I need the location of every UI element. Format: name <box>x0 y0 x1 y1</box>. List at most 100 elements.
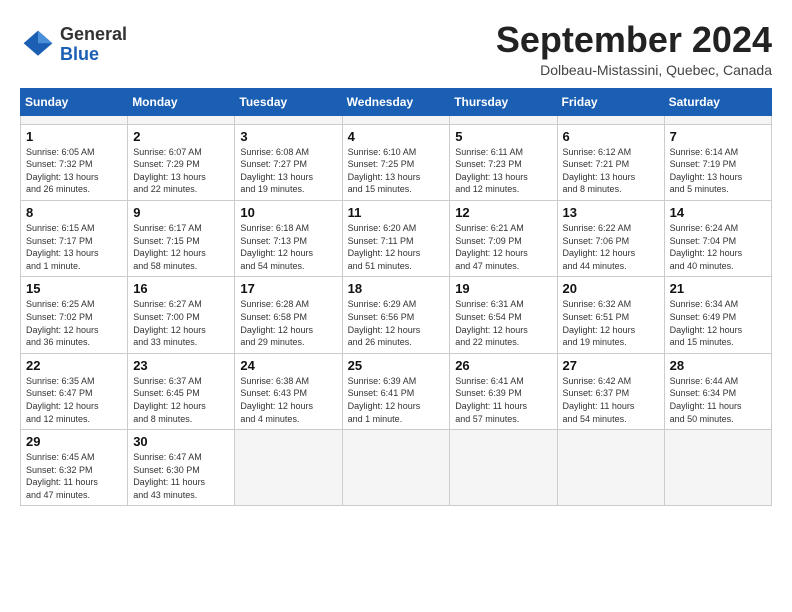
day-info: Sunrise: 6:34 AM Sunset: 6:49 PM Dayligh… <box>670 298 766 348</box>
logo-icon <box>20 27 56 63</box>
calendar-cell <box>450 115 557 124</box>
day-number: 27 <box>563 358 659 373</box>
day-info: Sunrise: 6:38 AM Sunset: 6:43 PM Dayligh… <box>240 375 336 425</box>
location: Dolbeau-Mistassini, Quebec, Canada <box>496 62 772 78</box>
calendar-cell: 13Sunrise: 6:22 AM Sunset: 7:06 PM Dayli… <box>557 200 664 276</box>
day-number: 4 <box>348 129 445 144</box>
day-number: 19 <box>455 281 551 296</box>
day-info: Sunrise: 6:24 AM Sunset: 7:04 PM Dayligh… <box>670 222 766 272</box>
day-number: 18 <box>348 281 445 296</box>
day-info: Sunrise: 6:41 AM Sunset: 6:39 PM Dayligh… <box>455 375 551 425</box>
day-info: Sunrise: 6:21 AM Sunset: 7:09 PM Dayligh… <box>455 222 551 272</box>
day-number: 22 <box>26 358 122 373</box>
month-title: September 2024 <box>496 20 772 60</box>
day-number: 21 <box>670 281 766 296</box>
calendar-cell: 17Sunrise: 6:28 AM Sunset: 6:58 PM Dayli… <box>235 277 342 353</box>
column-header-friday: Friday <box>557 88 664 115</box>
calendar-cell <box>450 430 557 506</box>
day-info: Sunrise: 6:29 AM Sunset: 6:56 PM Dayligh… <box>348 298 445 348</box>
calendar-cell <box>557 115 664 124</box>
day-info: Sunrise: 6:15 AM Sunset: 7:17 PM Dayligh… <box>26 222 122 272</box>
day-info: Sunrise: 6:32 AM Sunset: 6:51 PM Dayligh… <box>563 298 659 348</box>
day-number: 29 <box>26 434 122 449</box>
day-number: 25 <box>348 358 445 373</box>
day-number: 9 <box>133 205 229 220</box>
day-number: 2 <box>133 129 229 144</box>
calendar-cell: 21 Sunrise: 6:34 AM Sunset: 6:49 PM Dayli… <box>664 277 771 353</box>
calendar-cell <box>235 430 342 506</box>
title-block: September 2024 Dolbeau-Mistassini, Quebe… <box>496 20 772 78</box>
day-info: Sunrise: 6:47 AM Sunset: 6:30 PM Dayligh… <box>133 451 229 501</box>
calendar-cell: 1Sunrise: 6:05 AM Sunset: 7:32 PM Daylig… <box>21 124 128 200</box>
day-number: 8 <box>26 205 122 220</box>
day-info: Sunrise: 6:28 AM Sunset: 6:58 PM Dayligh… <box>240 298 336 348</box>
day-info: Sunrise: 6:17 AM Sunset: 7:15 PM Dayligh… <box>133 222 229 272</box>
logo-blue: Blue <box>60 45 127 65</box>
calendar-cell: 30 Sunrise: 6:47 AM Sunset: 6:30 PM Dayli… <box>128 430 235 506</box>
calendar-cell <box>664 430 771 506</box>
day-info: Sunrise: 6:07 AM Sunset: 7:29 PM Dayligh… <box>133 146 229 196</box>
day-info: Sunrise: 6:20 AM Sunset: 7:11 PM Dayligh… <box>348 222 445 272</box>
day-number: 15 <box>26 281 122 296</box>
day-number: 24 <box>240 358 336 373</box>
page-header: General Blue September 2024 Dolbeau-Mist… <box>20 20 772 78</box>
day-info: Sunrise: 6:10 AM Sunset: 7:25 PM Dayligh… <box>348 146 445 196</box>
day-info: Sunrise: 6:18 AM Sunset: 7:13 PM Dayligh… <box>240 222 336 272</box>
day-number: 5 <box>455 129 551 144</box>
calendar-cell: 25 Sunrise: 6:39 AM Sunset: 6:41 PM Dayli… <box>342 353 450 429</box>
calendar-cell: 11 Sunrise: 6:20 AM Sunset: 7:11 PM Dayli… <box>342 200 450 276</box>
calendar-cell: 26 Sunrise: 6:41 AM Sunset: 6:39 PM Dayli… <box>450 353 557 429</box>
calendar-header-row: SundayMondayTuesdayWednesdayThursdayFrid… <box>21 88 772 115</box>
calendar-week-row: 1Sunrise: 6:05 AM Sunset: 7:32 PM Daylig… <box>21 124 772 200</box>
calendar-cell <box>342 115 450 124</box>
calendar-cell: 5 Sunrise: 6:11 AM Sunset: 7:23 PM Daylig… <box>450 124 557 200</box>
day-info: Sunrise: 6:31 AM Sunset: 6:54 PM Dayligh… <box>455 298 551 348</box>
calendar-week-row: 22Sunrise: 6:35 AM Sunset: 6:47 PM Dayli… <box>21 353 772 429</box>
calendar-cell: 14 Sunrise: 6:24 AM Sunset: 7:04 PM Dayli… <box>664 200 771 276</box>
day-number: 11 <box>348 205 445 220</box>
calendar-cell: 3Sunrise: 6:08 AM Sunset: 7:27 PM Daylig… <box>235 124 342 200</box>
day-number: 30 <box>133 434 229 449</box>
day-number: 12 <box>455 205 551 220</box>
logo: General Blue <box>20 25 127 65</box>
day-number: 7 <box>670 129 766 144</box>
calendar-cell: 18 Sunrise: 6:29 AM Sunset: 6:56 PM Dayli… <box>342 277 450 353</box>
column-header-monday: Monday <box>128 88 235 115</box>
calendar-cell: 24 Sunrise: 6:38 AM Sunset: 6:43 PM Dayli… <box>235 353 342 429</box>
day-number: 1 <box>26 129 122 144</box>
calendar-cell: 22Sunrise: 6:35 AM Sunset: 6:47 PM Dayli… <box>21 353 128 429</box>
calendar-cell: 2 Sunrise: 6:07 AM Sunset: 7:29 PM Daylig… <box>128 124 235 200</box>
calendar-cell: 6 Sunrise: 6:12 AM Sunset: 7:21 PM Daylig… <box>557 124 664 200</box>
day-info: Sunrise: 6:44 AM Sunset: 6:34 PM Dayligh… <box>670 375 766 425</box>
logo-text: General Blue <box>60 25 127 65</box>
calendar-week-row: 29 Sunrise: 6:45 AM Sunset: 6:32 PM Dayli… <box>21 430 772 506</box>
day-info: Sunrise: 6:45 AM Sunset: 6:32 PM Dayligh… <box>26 451 122 501</box>
day-number: 10 <box>240 205 336 220</box>
day-info: Sunrise: 6:42 AM Sunset: 6:37 PM Dayligh… <box>563 375 659 425</box>
day-info: Sunrise: 6:22 AM Sunset: 7:06 PM Dayligh… <box>563 222 659 272</box>
calendar-cell <box>21 115 128 124</box>
day-info: Sunrise: 6:11 AM Sunset: 7:23 PM Dayligh… <box>455 146 551 196</box>
calendar-cell: 27 Sunrise: 6:42 AM Sunset: 6:37 PM Dayli… <box>557 353 664 429</box>
calendar-cell: 20 Sunrise: 6:32 AM Sunset: 6:51 PM Dayli… <box>557 277 664 353</box>
day-number: 20 <box>563 281 659 296</box>
calendar-cell: 16Sunrise: 6:27 AM Sunset: 7:00 PM Dayli… <box>128 277 235 353</box>
day-info: Sunrise: 6:12 AM Sunset: 7:21 PM Dayligh… <box>563 146 659 196</box>
calendar-cell <box>664 115 771 124</box>
day-number: 6 <box>563 129 659 144</box>
day-number: 26 <box>455 358 551 373</box>
calendar-cell <box>235 115 342 124</box>
calendar-cell: 23Sunrise: 6:37 AM Sunset: 6:45 PM Dayli… <box>128 353 235 429</box>
calendar-cell <box>557 430 664 506</box>
calendar-cell: 9 Sunrise: 6:17 AM Sunset: 7:15 PM Daylig… <box>128 200 235 276</box>
calendar-week-row <box>21 115 772 124</box>
column-header-sunday: Sunday <box>21 88 128 115</box>
day-number: 28 <box>670 358 766 373</box>
calendar-cell: 10 Sunrise: 6:18 AM Sunset: 7:13 PM Dayli… <box>235 200 342 276</box>
day-number: 16 <box>133 281 229 296</box>
calendar-table: SundayMondayTuesdayWednesdayThursdayFrid… <box>20 88 772 507</box>
day-info: Sunrise: 6:25 AM Sunset: 7:02 PM Dayligh… <box>26 298 122 348</box>
day-info: Sunrise: 6:39 AM Sunset: 6:41 PM Dayligh… <box>348 375 445 425</box>
day-number: 14 <box>670 205 766 220</box>
calendar-cell <box>342 430 450 506</box>
